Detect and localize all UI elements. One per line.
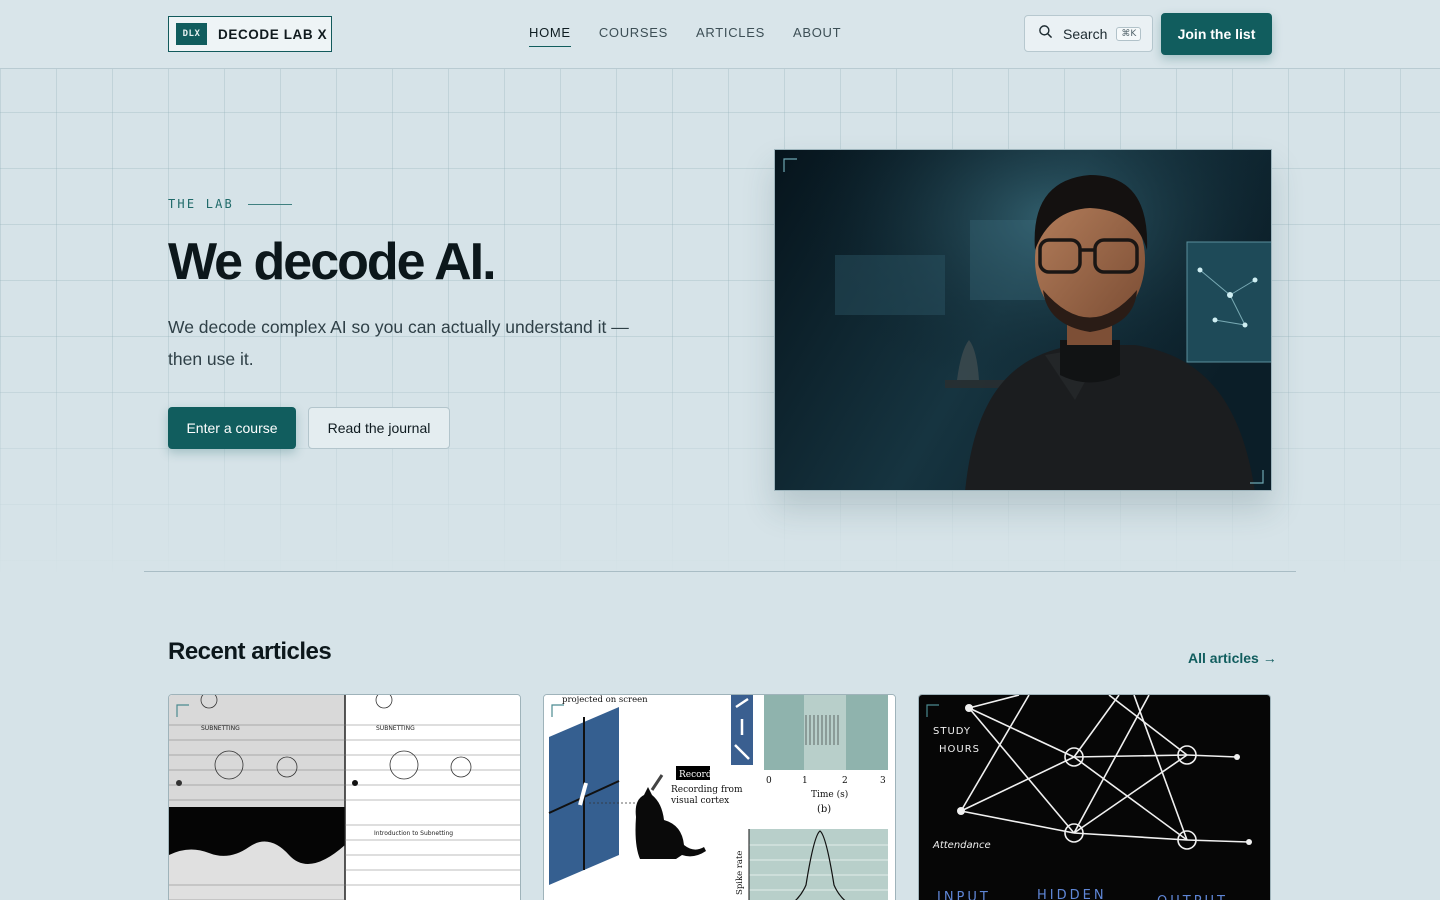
recent-articles-heading: Recent articles [168,638,332,665]
eyebrow-rule [247,203,292,205]
svg-text:Recording from: Recording from [671,785,743,795]
svg-text:0: 0 [766,776,772,786]
search-icon [1038,24,1053,44]
logo-mark: DLX [176,23,207,45]
brand-name: DECODE LAB X [218,26,328,42]
search-shortcut-badge: ⌘K [1116,26,1142,41]
article-card-vision[interactable]: projected on screen Record Recording fro… [543,694,896,900]
article-card-neural-net[interactable]: STUDY HOURS Attendance INPUT HIDDEN OUTP… [918,694,1271,900]
svg-text:Attendance: Attendance [932,840,991,851]
article-thumbnail-notes: SUBNETTING SUBNETTING Introduction to Su… [169,695,520,900]
hero-subtitle: We decode complex AI so you can actually… [168,317,629,369]
article-thumbnail-neural-net: STUDY HOURS Attendance INPUT HIDDEN OUTP… [919,695,1270,900]
svg-text:3: 3 [880,776,886,786]
article-card-notes[interactable]: SUBNETTING SUBNETTING Introduction to Su… [168,694,521,900]
search-label: Search [1063,25,1108,42]
svg-text:Introduction to Subnetting: Introduction to Subnetting [374,830,453,837]
main-nav: HOME COURSES ARTICLES ABOUT [529,25,841,47]
svg-text:STUDY: STUDY [933,726,971,737]
hero-portrait-image [774,149,1272,491]
site-header: DLX DECODE LAB X HOME COURSES ARTICLES A… [0,0,1440,69]
svg-text:Time (s): Time (s) [811,789,848,800]
hero-title: We decode AI. [168,233,497,291]
svg-text:1: 1 [802,776,808,786]
search-button[interactable]: Search ⌘K [1024,15,1153,52]
nav-item-articles[interactable]: ARTICLES [696,25,765,46]
enter-course-button[interactable]: Enter a course [168,407,296,449]
svg-text:SUBNETTING: SUBNETTING [376,725,415,732]
svg-text:(b): (b) [817,804,831,815]
svg-text:projected on screen: projected on screen [562,695,648,705]
svg-text:HOURS: HOURS [939,744,980,755]
read-journal-button[interactable]: Read the journal [308,407,450,449]
svg-text:INPUT: INPUT [937,890,991,900]
svg-text:OUTPUT: OUTPUT [1157,894,1228,900]
svg-text:SUBNETTING: SUBNETTING [201,725,240,732]
nav-item-home[interactable]: HOME [529,25,571,47]
svg-text:Record: Record [679,770,712,780]
hero-eyebrow: THE LAB [168,197,292,211]
svg-text:Spike rate: Spike rate [735,851,745,895]
logo[interactable]: DLX DECODE LAB X [168,16,332,52]
svg-text:2: 2 [842,776,848,786]
section-divider [144,571,1296,572]
svg-text:visual cortex: visual cortex [670,796,729,806]
nav-item-about[interactable]: ABOUT [793,25,841,46]
eyebrow-label: THE LAB [168,197,234,211]
nav-item-courses[interactable]: COURSES [599,25,668,46]
join-list-button[interactable]: Join the list [1161,13,1272,55]
article-thumbnail-vision: projected on screen Record Recording fro… [544,695,895,900]
all-articles-link[interactable]: All articles → [1188,650,1277,666]
svg-text:HIDDEN: HIDDEN [1037,888,1107,900]
